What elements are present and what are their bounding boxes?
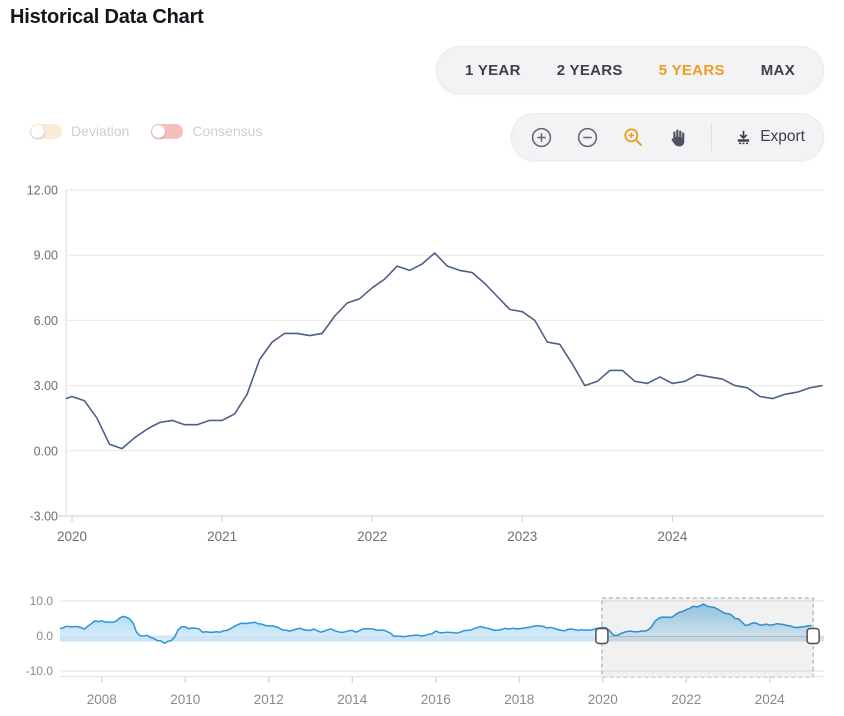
zoom-in-button[interactable] xyxy=(530,126,553,149)
navigator-handle-left[interactable] xyxy=(596,629,608,644)
legend-label: Consensus xyxy=(192,123,262,139)
toggle-knob xyxy=(152,125,165,138)
range-button-1-year[interactable]: 1 YEAR xyxy=(447,47,539,93)
zoom-in-icon xyxy=(530,126,553,149)
range-selector: 1 YEAR 2 YEARS 5 YEARS MAX xyxy=(436,46,824,94)
navigator: 10.0 0.0 -10.0 2008 2010 2012 2014 2016 2018 2020… xyxy=(26,594,824,707)
main-x-tick-label: 2023 xyxy=(507,529,537,544)
nav-y-tick-label: -10.0 xyxy=(26,664,54,678)
nav-x-tick-label: 2010 xyxy=(170,692,200,707)
main-y-tick-label: 9.00 xyxy=(34,249,58,263)
main-x-tick-label: 2020 xyxy=(57,529,87,544)
nav-x-tick-label: 2022 xyxy=(671,692,701,707)
main-y-tick-label: 12.00 xyxy=(27,184,58,198)
nav-x-tick-label: 2014 xyxy=(337,692,368,707)
export-label: Export xyxy=(760,128,805,146)
main-x-tick-label: 2024 xyxy=(657,529,688,544)
main-y-tick-label: -3.00 xyxy=(30,510,59,524)
zoom-out-button[interactable] xyxy=(576,126,599,149)
toolbar-divider xyxy=(711,123,712,151)
main-x-tick-label: 2021 xyxy=(207,529,237,544)
main-y-tick-label: 0.00 xyxy=(34,444,58,458)
main-chart: 12.00 9.00 6.00 3.00 0.00 -3.00 2020 2021 2022 20… xyxy=(27,184,824,545)
export-button[interactable]: Export xyxy=(735,128,805,146)
pan-button[interactable] xyxy=(667,127,688,148)
nav-x-tick-label: 2020 xyxy=(588,692,618,707)
nav-x-tick-label: 2016 xyxy=(421,692,451,707)
nav-x-tick-label: 2008 xyxy=(87,692,117,707)
nav-x-tick-label: 2012 xyxy=(254,692,284,707)
range-button-max[interactable]: MAX xyxy=(743,47,813,93)
deviation-toggle[interactable] xyxy=(30,124,62,139)
nav-y-tick-label: 0.0 xyxy=(36,629,53,643)
nav-x-tick-label: 2018 xyxy=(504,692,534,707)
toggle-knob xyxy=(31,125,44,138)
zoom-selection-icon xyxy=(622,126,644,148)
navigator-handle-right[interactable] xyxy=(807,629,819,644)
series-legend: Deviation Consensus xyxy=(30,123,262,139)
zoom-selection-button[interactable] xyxy=(622,126,644,148)
consensus-toggle[interactable] xyxy=(151,124,183,139)
navigator-selection[interactable] xyxy=(602,598,813,677)
main-y-tick-label: 6.00 xyxy=(34,314,58,328)
range-button-5-years[interactable]: 5 YEARS xyxy=(641,47,743,93)
main-y-tick-label: 3.00 xyxy=(34,379,58,393)
legend-item-consensus[interactable]: Consensus xyxy=(151,123,262,139)
range-button-2-years[interactable]: 2 YEARS xyxy=(539,47,641,93)
legend-item-deviation[interactable]: Deviation xyxy=(30,123,129,139)
nav-y-tick-label: 10.0 xyxy=(30,594,54,608)
chart-svg: 12.00 9.00 6.00 3.00 0.00 -3.00 2020 2021 2022 20… xyxy=(0,0,844,716)
main-plot-area[interactable] xyxy=(66,190,824,516)
pan-icon xyxy=(667,127,688,148)
main-x-tick-label: 2022 xyxy=(357,529,387,544)
legend-label: Deviation xyxy=(71,123,129,139)
page-title: Historical Data Chart xyxy=(10,6,204,29)
zoom-out-icon xyxy=(576,126,599,149)
download-icon xyxy=(735,129,752,146)
nav-x-tick-label: 2024 xyxy=(755,692,786,707)
chart-toolbar: Export xyxy=(511,113,824,161)
